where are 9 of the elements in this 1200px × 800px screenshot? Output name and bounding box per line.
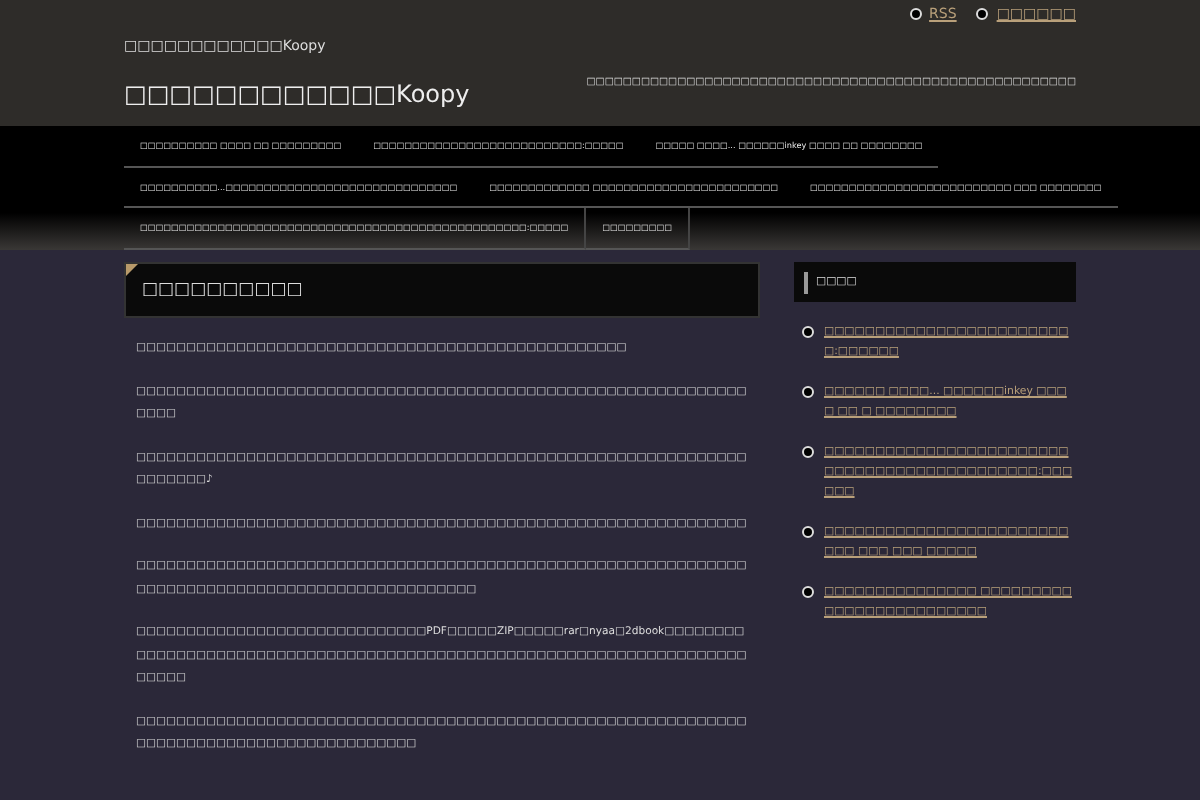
bullet-icon xyxy=(802,326,814,338)
bullet-icon xyxy=(802,526,814,538)
site-title[interactable]: □□□□□□□□□□□□Koopy xyxy=(124,80,470,108)
bullet-icon xyxy=(802,586,814,598)
bullet-icon xyxy=(802,446,814,458)
bullet-icon xyxy=(909,8,922,20)
bullet-icon xyxy=(802,386,814,398)
article-title: □□□□□□□□□□ xyxy=(124,262,760,318)
bullet-icon xyxy=(976,8,989,20)
